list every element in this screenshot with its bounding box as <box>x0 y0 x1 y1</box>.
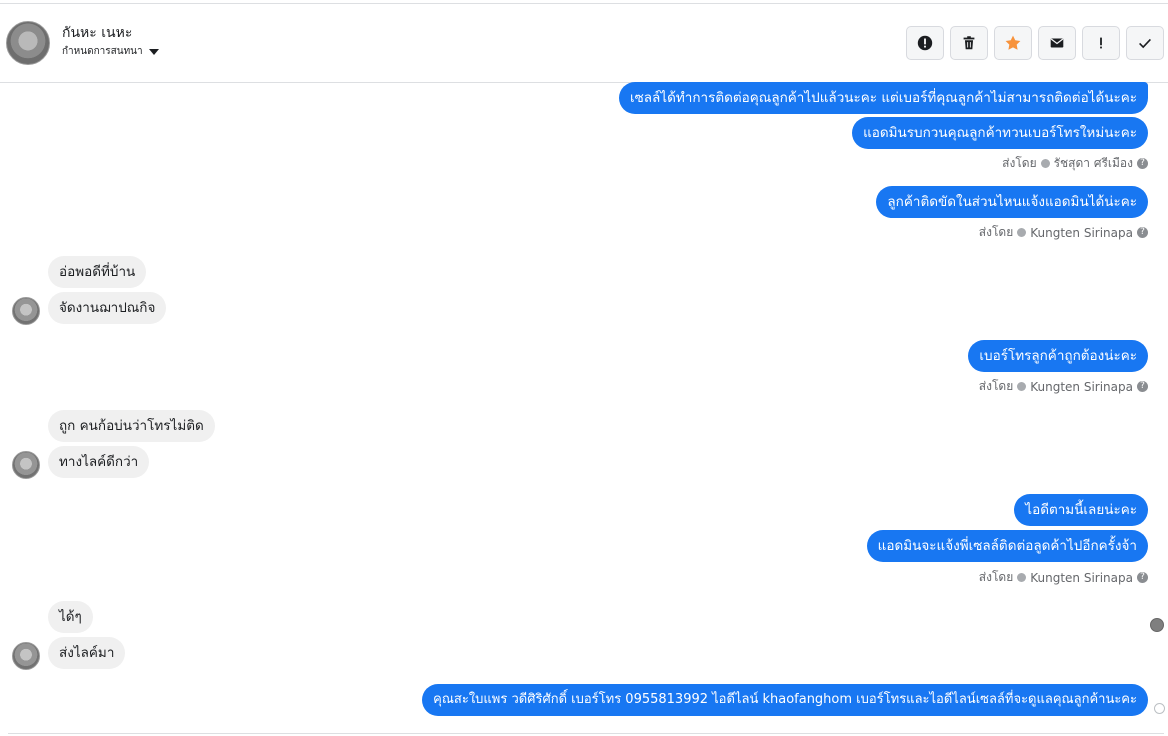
conversation-toolbar <box>906 26 1164 60</box>
mail-icon <box>1050 38 1064 48</box>
delete-button[interactable] <box>950 26 988 60</box>
contact-avatar-small[interactable] <box>12 642 40 670</box>
sender-name: Kungten Sirinapa <box>1030 225 1133 240</box>
sender-name: Kungten Sirinapa <box>1030 570 1133 585</box>
outgoing-message[interactable]: ไอดีตามนี้เลยน่ะคะ <box>1014 494 1148 526</box>
outgoing-message[interactable]: แอดมินรบกวนคุณลูกค้าทวนเบอร์โทรใหม่นะคะ <box>852 117 1148 149</box>
help-icon[interactable]: ? <box>1137 158 1148 169</box>
sent-by-label: ส่งโดย รัชสุดา ศรีเมือง ? <box>1002 154 1148 173</box>
sender-check-icon <box>1017 573 1027 582</box>
composer-divider <box>8 733 1164 734</box>
incoming-message[interactable]: ทางไลค์ดีกว่า <box>48 446 150 478</box>
star-icon <box>1005 35 1021 50</box>
trash-icon <box>963 36 975 50</box>
sent-by-label: ส่งโดย Kungten Sirinapa ? <box>979 223 1148 242</box>
sent-by-prefix: ส่งโดย <box>978 225 1014 239</box>
outgoing-message[interactable]: แอดมินจะแจ้งพี่เซลล์ติดต่อลูดค้าไปอีกครั… <box>866 530 1148 562</box>
help-icon[interactable]: ? <box>1137 572 1148 583</box>
checkmark-icon <box>1139 38 1151 49</box>
sent-by-label: ส่งโดย Kungten Sirinapa ? <box>979 377 1148 396</box>
outgoing-message[interactable]: เบอร์โทรลูกค้าถูกต้องน่ะคะ <box>968 340 1148 372</box>
caret-down-icon <box>148 48 159 55</box>
assignment-dropdown[interactable]: กำหนดการสนทนา <box>62 44 159 59</box>
sent-by-prefix: ส่งโดย <box>978 379 1014 393</box>
incoming-message[interactable]: ส่งไลค์มา <box>48 637 126 669</box>
outgoing-message[interactable]: ลูกค้าติดขัดในส่วนไหนแจ้งแอดมินได้น่ะคะ <box>876 186 1148 218</box>
exclamation-icon <box>1100 37 1102 49</box>
star-button[interactable] <box>994 26 1032 60</box>
assignment-label: กำหนดการสนทนา <box>62 46 143 57</box>
contact-name[interactable]: กันหะ เนหะ <box>62 22 132 44</box>
sent-by-label: ส่งโดย Kungten Sirinapa ? <box>979 568 1148 587</box>
sent-by-prefix: ส่งโดย <box>1002 156 1037 170</box>
sender-check-icon <box>1040 159 1050 168</box>
contact-avatar-small[interactable] <box>12 451 40 479</box>
sender-name: รัชสุดา ศรีเมือง <box>1053 156 1133 170</box>
incoming-message[interactable]: ได้ๆ <box>48 601 93 633</box>
sent-by-prefix: ส่งโดย <box>978 570 1014 584</box>
help-icon[interactable]: ? <box>1137 381 1148 392</box>
outgoing-message[interactable]: เซลล์ได้ทำการติดต่อคุณลูกค้าไปแล้วนะคะ แ… <box>618 82 1148 114</box>
contact-avatar-small[interactable] <box>12 297 40 325</box>
incoming-message[interactable]: ถูก คนก้อบ่นว่าโทรไม่ติด <box>48 410 215 442</box>
report-icon <box>917 35 933 51</box>
follow-up-button[interactable] <box>1082 26 1120 60</box>
contact-avatar[interactable] <box>6 21 50 65</box>
report-spam-button[interactable] <box>906 26 944 60</box>
outgoing-message[interactable]: คุณสะใบแพร วดีศิริศักดิ์ เบอร์โทร 095581… <box>422 684 1148 716</box>
incoming-message[interactable]: อ่อพอดีที่บ้าน <box>48 256 147 288</box>
message-thread[interactable]: เซลล์ได้ทำการติดต่อคุณลูกค้าไปแล้วนะคะ แ… <box>0 82 1168 732</box>
mark-unread-button[interactable] <box>1038 26 1076 60</box>
conversation-header: กันหะ เนหะ กำหนดการสนทนา <box>0 4 1168 83</box>
sender-check-icon <box>1017 382 1027 391</box>
sender-check-icon <box>1017 228 1027 237</box>
sent-status-icon <box>1154 703 1165 714</box>
incoming-message[interactable]: จัดงานฌาปณกิจ <box>48 292 167 324</box>
seen-avatar-icon <box>1150 618 1164 632</box>
mark-done-button[interactable] <box>1126 26 1164 60</box>
sender-name: Kungten Sirinapa <box>1030 379 1133 394</box>
help-icon[interactable]: ? <box>1137 227 1148 238</box>
